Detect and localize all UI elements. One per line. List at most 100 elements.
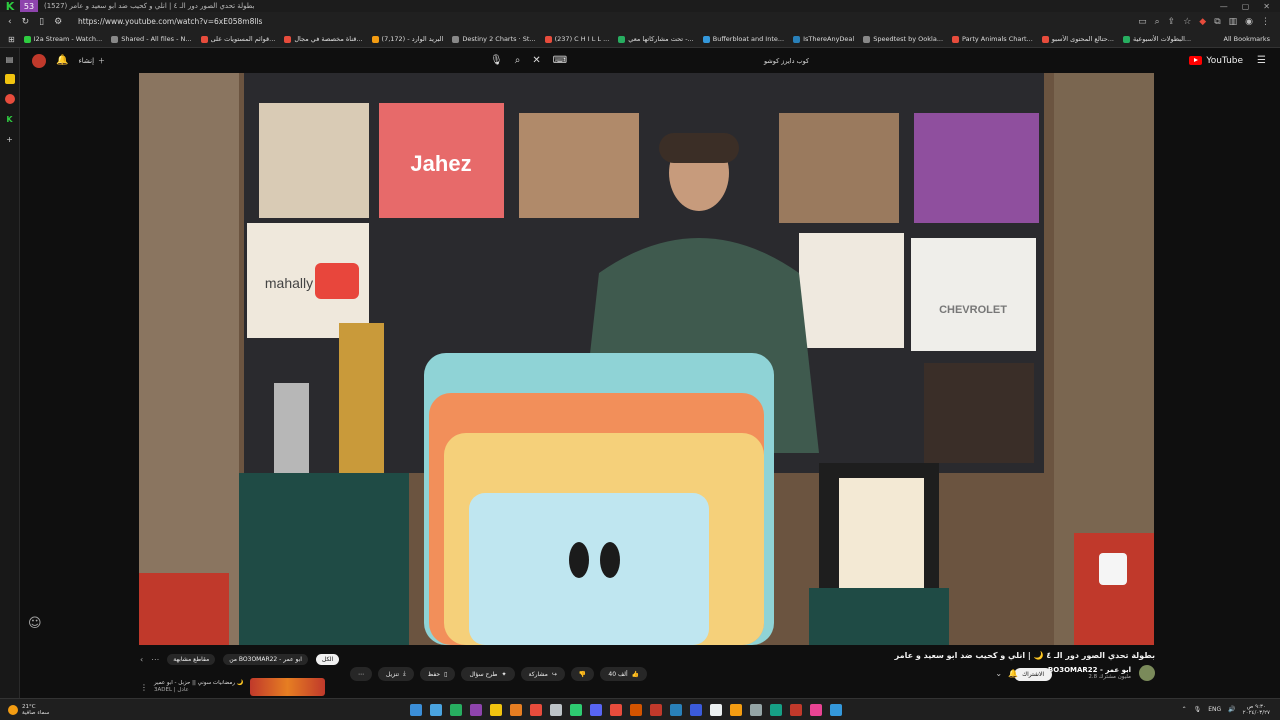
menu-dots-icon[interactable]: ⋮ (1261, 17, 1270, 27)
chips-more-icon[interactable]: ⋯ (151, 655, 159, 664)
app-icon-1[interactable] (470, 703, 482, 716)
like-button[interactable]: 40 ألف 👍 (600, 667, 648, 681)
vscode-icon[interactable] (670, 703, 682, 716)
app-icon-9[interactable] (750, 703, 762, 716)
filter-chip[interactable]: مقاطع مشابهة (167, 654, 216, 665)
back-icon[interactable]: ‹ (8, 17, 12, 27)
channel-name[interactable]: BO3OMAR22 - ابو عمر (1048, 666, 1131, 674)
app-icon-11[interactable] (790, 703, 802, 716)
chips-prev-icon[interactable]: ‹ (140, 655, 143, 664)
apps-grid-icon[interactable]: ⊞ (8, 35, 15, 44)
bookmark-item[interactable]: (237) C H I L L ... (544, 35, 609, 43)
miniplayer-avatar-icon[interactable]: ☺ (28, 616, 44, 632)
app-icon-10[interactable] (770, 703, 782, 716)
search-input[interactable] (579, 56, 810, 65)
youtube-header: 🔔 إنشاء ＋ 🎙 ⌕ ✕ ⌨ YouTube ☰ (20, 48, 1280, 73)
bookmark-item[interactable]: تحت مشاركاتها معي -... (618, 35, 694, 43)
taskview-icon[interactable] (430, 703, 442, 716)
filter-chip[interactable]: من BO3OMAR22 - ابو عمر (223, 654, 308, 665)
bookmark-item[interactable]: قناة مخصصة في مجال... (284, 35, 363, 43)
app-icon-13[interactable] (830, 703, 842, 716)
subscribe-button[interactable]: الاشتراك (1014, 668, 1052, 681)
panel-tabs-icon[interactable]: ▤ (5, 54, 15, 64)
tray-chevron-icon[interactable]: ⌃ (1182, 706, 1187, 713)
bookmark-item[interactable]: قوائم المستويات على... (200, 35, 275, 43)
cast-icon[interactable]: ▭ (1138, 17, 1147, 27)
recommended-video[interactable]: ⋮ رمضانيات سوني || حزبل - ابو عمير 🌙 3AD… (140, 678, 325, 696)
close-icon[interactable]: ✕ (1263, 2, 1270, 11)
panel-youtube-icon[interactable] (4, 94, 15, 104)
firefox-icon[interactable] (530, 703, 542, 716)
clear-search-icon[interactable]: ✕ (532, 55, 540, 66)
keyboard-icon[interactable]: ⌨ (553, 55, 567, 66)
language-indicator[interactable]: ENG (1208, 706, 1221, 713)
adblock-icon[interactable]: ◆ (1199, 17, 1206, 27)
video-player[interactable]: Jahez mahally CHEVROLET (139, 73, 1154, 645)
discord-icon[interactable] (590, 703, 602, 716)
profile-icon[interactable]: ◉ (1245, 17, 1253, 27)
channel-avatar[interactable] (1139, 665, 1155, 681)
reload-icon[interactable]: ↻ (22, 17, 30, 27)
extension-icon[interactable]: 53 (20, 0, 38, 12)
zoom-icon[interactable]: ⌕ (1155, 17, 1160, 27)
star-icon[interactable]: ☆ (1183, 17, 1191, 27)
all-bookmarks-button[interactable]: All Bookmarks (1224, 35, 1280, 43)
bookmark-item[interactable]: Speedtest by Ookla... (863, 35, 943, 43)
download-button[interactable]: تنزيل ⤓ (378, 667, 414, 681)
start-icon[interactable] (410, 703, 422, 716)
dislike-button[interactable]: 👎 (570, 667, 595, 681)
file-explorer-icon[interactable] (490, 703, 502, 716)
voice-search-icon[interactable]: 🎙 (490, 55, 503, 66)
bookmark-item[interactable]: Party Animals Chart... (952, 35, 1033, 43)
panel-add-icon[interactable]: + (5, 134, 15, 144)
bookmark-page-icon[interactable]: ▯ (39, 17, 44, 27)
url-field[interactable]: https://www.youtube.com/watch?v=6xE058m8… (70, 17, 1138, 26)
app-icon-7[interactable] (710, 703, 722, 716)
bookmark-item[interactable]: I2a Stream - Watch... (23, 35, 102, 43)
brave-icon[interactable] (650, 703, 662, 716)
share-page-icon[interactable]: ⇪ (1168, 17, 1176, 27)
app-icon-8[interactable] (730, 703, 742, 716)
rec-thumbnail[interactable] (250, 678, 325, 696)
youtube-logo[interactable]: YouTube ☰ (1189, 55, 1280, 66)
rec-menu-icon[interactable]: ⋮ (140, 683, 148, 692)
filter-chip[interactable]: الكل (315, 654, 340, 665)
excel-icon[interactable] (450, 703, 462, 716)
maximize-icon[interactable]: ▢ (1242, 2, 1250, 11)
bookmark-item[interactable]: Bufferbloat and Inte... (702, 35, 784, 43)
guide-menu-icon[interactable]: ☰ (1257, 55, 1266, 66)
create-button[interactable]: إنشاء ＋ (78, 56, 105, 66)
panel-notes-icon[interactable] (4, 74, 15, 84)
bookmark-item[interactable]: البطولات الأسبوعية... (1122, 35, 1191, 43)
minimize-icon[interactable]: — (1220, 2, 1228, 11)
app-icon-6[interactable] (690, 703, 702, 716)
mic-icon[interactable]: 🎙 (1194, 706, 1202, 713)
extensions-icon[interactable]: ⧉ (1214, 17, 1220, 27)
app-icon-2[interactable] (510, 703, 522, 716)
bookmark-item[interactable]: IsThereAnyDeal (793, 35, 854, 43)
sidebar-toggle-icon[interactable]: ▥ (1229, 17, 1238, 27)
save-button[interactable]: حفظ ▯ (419, 667, 456, 681)
app-icon-5[interactable] (630, 703, 642, 716)
channel-info[interactable]: BO3OMAR22 - ابو عمر 2.8 مليون مشترك (1048, 665, 1155, 681)
bookmark-item[interactable]: Destiny 2 Charts · St... (452, 35, 536, 43)
panel-kick-icon[interactable]: K (5, 114, 15, 124)
site-settings-icon[interactable]: ⚙ (54, 17, 62, 27)
weather-widget[interactable]: 21°C سماء صافية (0, 704, 140, 716)
app-icon-12[interactable] (810, 703, 822, 716)
more-actions-button[interactable]: ⋯ (350, 667, 372, 681)
search-icon[interactable]: ⌕ (515, 55, 521, 66)
app-icon-4[interactable] (570, 703, 582, 716)
share-button[interactable]: مشاركة ↪ (520, 667, 565, 681)
bookmark-item[interactable]: (7,172) - البريد الوارد (371, 35, 443, 43)
app-icon-3[interactable] (550, 703, 562, 716)
notification-settings[interactable]: ⌄ 🔔 (995, 669, 1018, 678)
ask-button[interactable]: طرح سؤال ✦ (461, 667, 515, 681)
notifications-bell-icon[interactable]: 🔔 (56, 55, 68, 66)
clock[interactable]: ٩:٣٠ ص ٢٠٢٤/٠٣/٢٧ (1243, 704, 1270, 716)
account-avatar[interactable] (32, 53, 46, 68)
volume-icon[interactable]: 🔊 (1228, 706, 1235, 713)
bookmark-item[interactable]: Shared - All files - N... (111, 35, 192, 43)
chrome-icon[interactable] (610, 703, 622, 716)
bookmark-item[interactable]: حتالع المحتوى الأسبو... (1041, 35, 1114, 43)
